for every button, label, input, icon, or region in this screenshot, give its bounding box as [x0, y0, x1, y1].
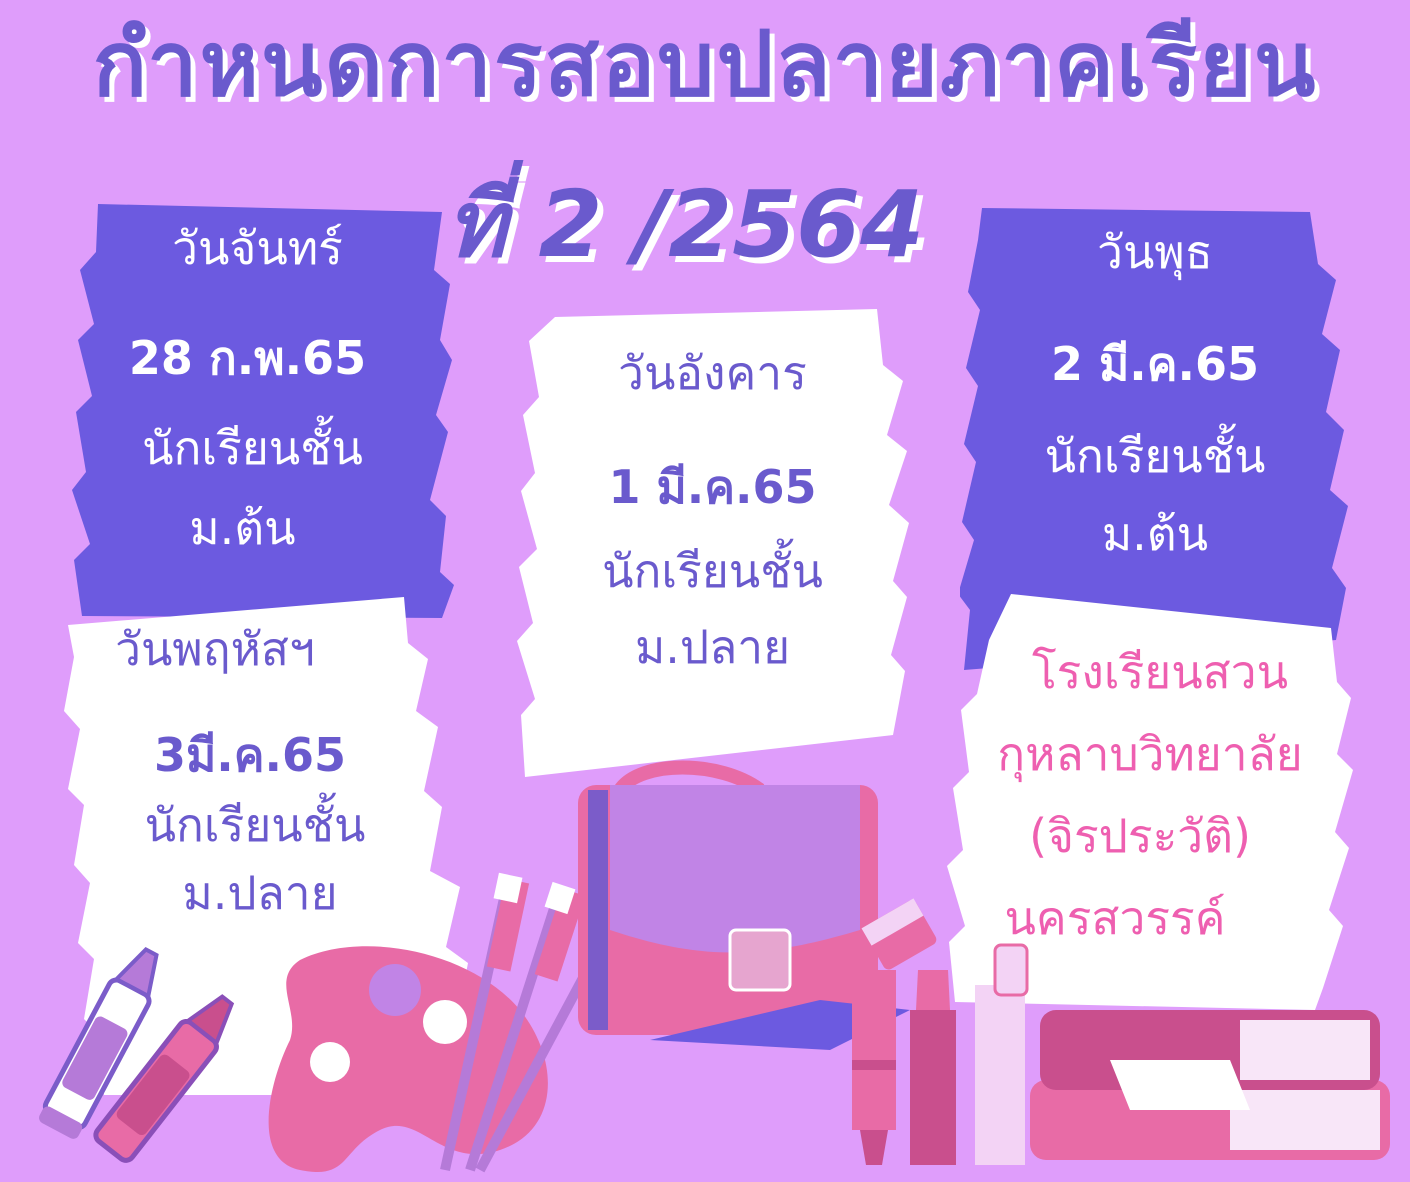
- stationery-illustration: [39, 760, 1390, 1173]
- books-icon: [1030, 1010, 1390, 1160]
- highlighter-icon: [852, 943, 1029, 1165]
